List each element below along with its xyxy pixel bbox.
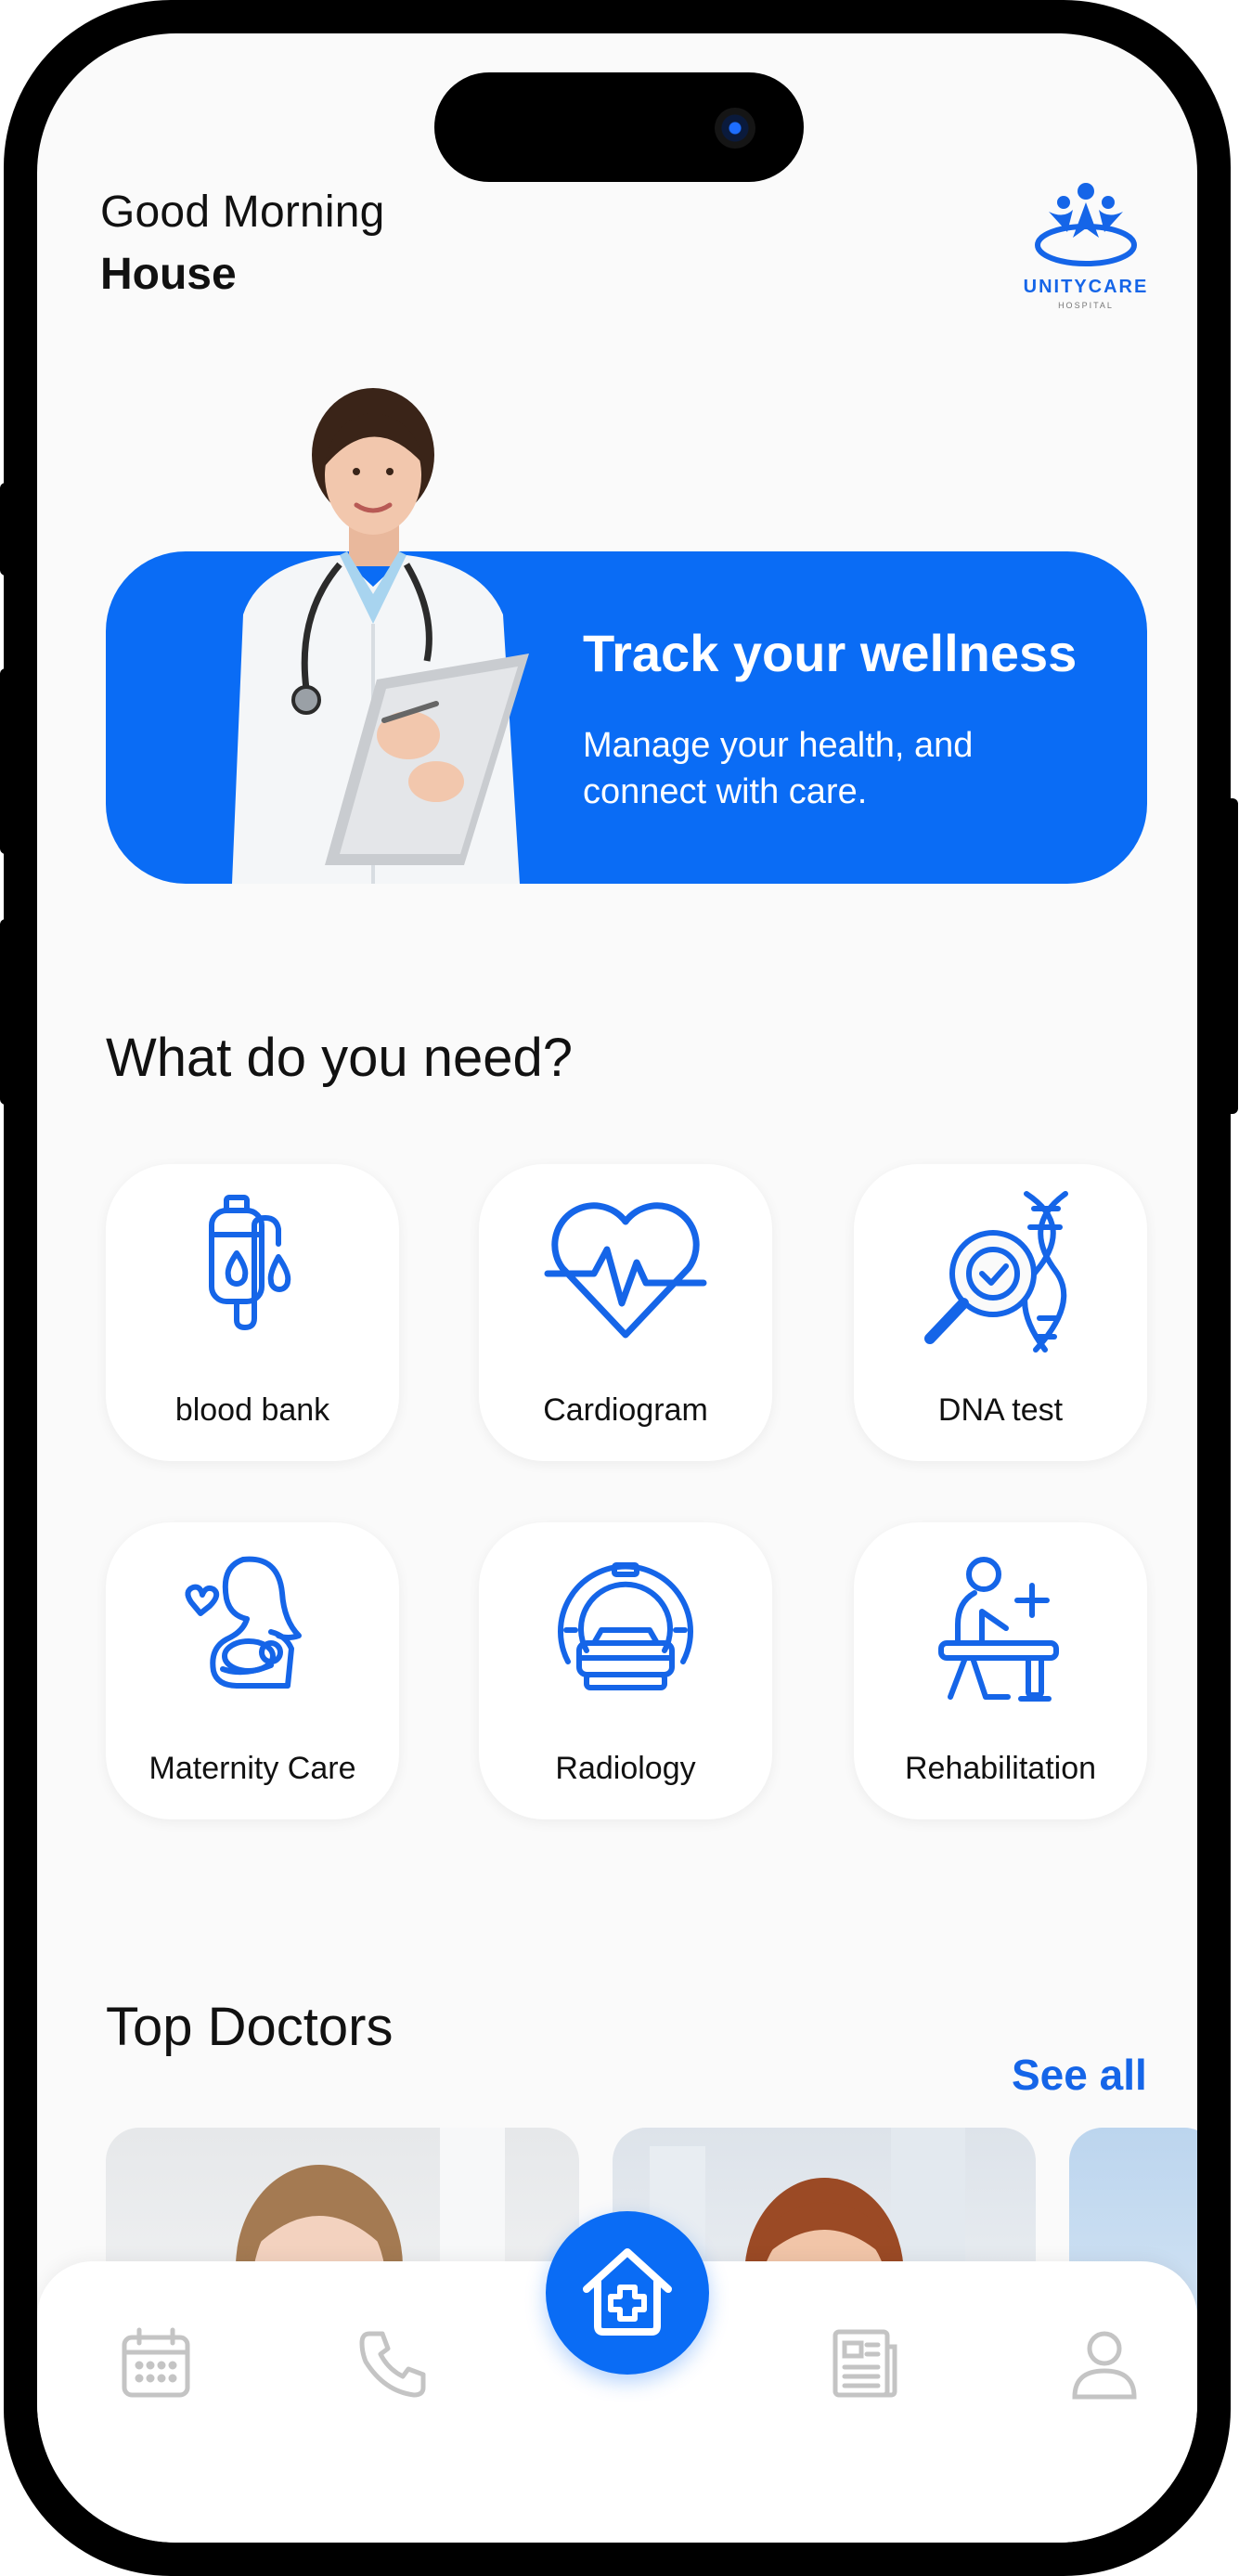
service-card-dna-test[interactable]: DNA test: [854, 1164, 1147, 1461]
news-icon[interactable]: [828, 2326, 902, 2401]
phone-frame: Good Morning House UNITYCARE HOSPITAL Tr…: [4, 0, 1231, 2576]
camera-icon: [715, 108, 755, 149]
profile-icon[interactable]: [1067, 2326, 1142, 2401]
calendar-icon[interactable]: [119, 2326, 193, 2401]
unitycare-logo: UNITYCARE HOSPITAL: [1012, 173, 1160, 330]
home-icon: [583, 2248, 672, 2336]
service-label: blood bank: [174, 1392, 330, 1428]
home-button[interactable]: [546, 2211, 709, 2375]
doctor-illustration: [232, 388, 529, 884]
service-label: Rehabilitation: [904, 1751, 1097, 1786]
dna-magnifier-icon: [924, 1191, 1068, 1353]
logo-subtitle: HOSPITAL: [1058, 301, 1114, 310]
mother-baby-icon: [185, 1556, 302, 1689]
app-screen: Good Morning House UNITYCARE HOSPITAL Tr…: [0, 0, 1239, 2576]
phone-icon[interactable]: [356, 2326, 431, 2401]
dynamic-island: [434, 72, 804, 182]
service-label: DNA test: [937, 1392, 1064, 1428]
blood-bag-icon: [209, 1195, 291, 1330]
logo-name: UNITYCARE: [1023, 277, 1149, 297]
logo-people-icon: [1035, 183, 1137, 266]
banner-subtitle: Manage your health, and connect with car…: [583, 726, 974, 811]
service-label: Maternity Care: [148, 1751, 356, 1786]
user-name: House: [100, 250, 237, 299]
rehab-icon: [938, 1557, 1059, 1702]
see-all-link[interactable]: See all: [1012, 2050, 1147, 2100]
service-label: Radiology: [555, 1751, 696, 1786]
phone-screen: Good Morning House UNITYCARE HOSPITAL Tr…: [37, 33, 1197, 2543]
services-title: What do you need?: [106, 1028, 574, 1088]
service-card-blood-bank[interactable]: blood bank: [106, 1164, 399, 1461]
service-label: Cardiogram: [543, 1392, 708, 1428]
service-card-rehabilitation[interactable]: Rehabilitation: [854, 1522, 1147, 1819]
top-doctors-title: Top Doctors: [106, 1997, 394, 2057]
service-card-cardiogram[interactable]: Cardiogram: [479, 1164, 772, 1461]
mri-scanner-icon: [558, 1562, 693, 1690]
service-card-maternity-care[interactable]: Maternity Care: [106, 1522, 399, 1819]
greeting-text: Good Morning: [100, 188, 385, 237]
service-card-radiology[interactable]: Radiology: [479, 1522, 772, 1819]
heartbeat-icon: [544, 1202, 707, 1339]
banner-title: Track your wellness: [583, 624, 1078, 682]
